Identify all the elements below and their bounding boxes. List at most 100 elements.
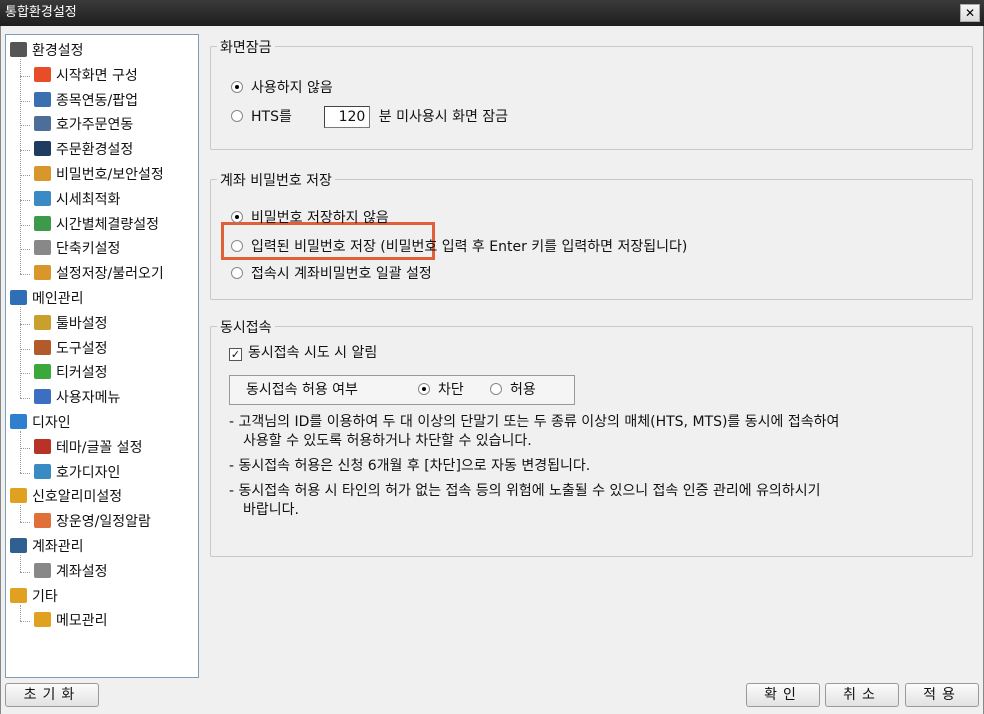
bell-icon [10,488,27,504]
tree-item-16[interactable]: 테마/글꼴 설정 [34,436,142,460]
clock-icon [34,215,51,231]
tree-connector [20,522,30,524]
tree-item-label: 시간별체결량설정 [56,216,160,233]
tree-item-label: 단축키설정 [56,241,121,258]
concurrent-note-1: - 고객님의 ID를 이용하여 두 대 이상의 단말기 또는 두 종류 이상의 … [229,414,840,430]
tree-item-label: 신호알리미설정 [32,489,123,506]
check-shield-icon [34,364,51,380]
radio-selected-icon[interactable] [231,81,243,93]
tree-item-label: 호가주문연동 [56,117,134,134]
pw-bulk-radio[interactable]: 접속시 계좌비밀번호 일괄 설정 [231,265,432,283]
radio-empty-icon[interactable] [231,110,243,122]
window-title: 통합환경설정 [5,5,77,20]
concurrent-note-2: - 동시접속 허용은 신청 6개월 후 [차단]으로 자동 변경됩니다. [229,458,591,474]
tree-item-17[interactable]: 호가디자인 [34,461,120,485]
concurrent-allow-radio[interactable]: 허용 [490,381,536,399]
tree-connector [20,621,30,623]
tree-item-19[interactable]: 장운영/일정알람 [34,510,151,534]
tree-item-label: 환경설정 [32,43,84,59]
tree-item-label: 설정저장/불러오기 [56,266,164,283]
tree-item-14[interactable]: 사용자메뉴 [34,386,120,410]
reset-button[interactable]: 초기화 [5,683,99,707]
concurrent-block-label: 차단 [438,382,464,398]
account-password-title: 계좌 비밀번호 저장 [217,170,335,190]
tree-item-9[interactable]: 설정저장/불러오기 [34,262,164,286]
concurrent-note-3b: 바랍니다. [243,502,299,518]
tree-item-12[interactable]: 도구설정 [34,337,108,361]
tree-connector [20,125,30,127]
pw-bulk-label: 접속시 계좌비밀번호 일괄 설정 [251,266,432,282]
tree-item-label: 계좌관리 [32,539,84,555]
tree-item-2[interactable]: 종목연동/팝업 [34,89,138,113]
tree-item-0[interactable]: 환경설정 [10,39,84,63]
cancel-button[interactable]: 취소 [825,683,899,707]
gear-icon [10,42,27,57]
tree-item-5[interactable]: 비밀번호/보안설정 [34,163,164,187]
tree-connector [20,100,30,102]
tree-item-20[interactable]: 계좌관리 [10,535,84,559]
font-icon [34,438,51,454]
tree-connector [20,59,21,275]
tree-connector [20,199,30,201]
settings-tree[interactable]: 환경설정시작화면 구성 종목연동/팝업호가주문연동주문환경설정비밀번호/보안설정시… [5,34,199,678]
pw-nosave-radio[interactable]: 비밀번호 저장하지 않음 [231,209,389,227]
folder-pencil-icon [10,587,27,603]
tree-connector [20,249,30,251]
screen-lock-hts-radio[interactable]: HTS를 120 분 미사용시 화면 잠금 [231,106,508,128]
tree-connector [20,75,30,77]
radio-empty-icon[interactable] [231,240,243,252]
tree-item-8[interactable]: 단축키설정 [34,237,120,261]
tree-item-4[interactable]: 주문환경설정 [34,138,133,162]
computer-icon [10,290,27,305]
checkbox-checked-icon[interactable]: ✓ [229,348,242,361]
tree-item-23[interactable]: 메모관리 [34,609,108,633]
close-button[interactable]: ✕ [960,4,980,22]
tree-connector [20,175,30,176]
tree-item-1[interactable]: 시작화면 구성 [34,64,138,88]
screen-lock-suffix-label: 분 미사용시 화면 잠금 [378,109,509,125]
tree-item-7[interactable]: 시간별체결량설정 [34,213,159,237]
apply-button[interactable]: 적용 [905,683,979,707]
tree-connector [20,373,30,375]
tree-connector [20,323,30,325]
concurrent-alert-label: 동시접속 시도 시 알림 [248,345,378,361]
radio-empty-icon[interactable] [490,383,502,395]
tree-item-21[interactable]: 계좌설정 [34,560,108,584]
user-icon [34,389,51,405]
tree-item-13[interactable]: 티커설정 [34,361,108,385]
account-card-icon [10,538,27,553]
windows-icon [34,66,51,82]
card-icon [34,562,51,578]
keyboard-icon [34,240,51,256]
radio-selected-icon[interactable] [418,383,430,395]
tree-connector [20,274,30,276]
lock-minutes-input[interactable]: 120 [324,106,371,128]
tree-connector [20,150,30,152]
tree-connector [20,604,21,622]
tree-item-label: 메인관리 [32,291,84,307]
tree-item-3[interactable]: 호가주문연동 [34,113,133,137]
tree-item-label: 계좌설정 [56,563,108,580]
tree-item-label: 시세최적화 [56,191,121,208]
concurrent-note-3: - 동시접속 허용 시 타인의 허가 없는 접속 등의 위험에 노출될 수 있으… [229,483,821,499]
tree-item-18[interactable]: 신호알리미설정 [10,485,122,509]
screen-lock-none-radio[interactable]: 사용하지 않음 [231,79,333,97]
tree-item-label: 도구설정 [56,340,108,357]
tree-connector [20,431,21,473]
tree-item-10[interactable]: 메인관리 [10,287,84,311]
concurrent-block-radio[interactable]: 차단 [418,381,464,399]
tree-item-11[interactable]: 툴바설정 [34,312,108,336]
radio-empty-icon[interactable] [231,267,243,279]
tree-item-label: 호가디자인 [56,464,121,481]
tree-item-label: 주문환경설정 [56,142,134,159]
tree-connector [20,505,21,523]
tree-item-6[interactable]: 시세최적화 [34,188,120,212]
concurrent-alert-checkbox[interactable]: ✓ 동시접속 시도 시 알림 [229,344,377,362]
radio-selected-icon[interactable] [231,211,243,223]
key-icon [34,166,51,181]
wrench-icon [34,314,51,330]
pw-save-radio[interactable]: 입력된 비밀번호 저장 (비밀번호 입력 후 Enter 키를 입력하면 저장됩… [231,238,687,256]
tree-item-22[interactable]: 기타 [10,585,58,609]
chart-window-icon [34,190,51,206]
ok-button[interactable]: 확인 [746,683,820,707]
